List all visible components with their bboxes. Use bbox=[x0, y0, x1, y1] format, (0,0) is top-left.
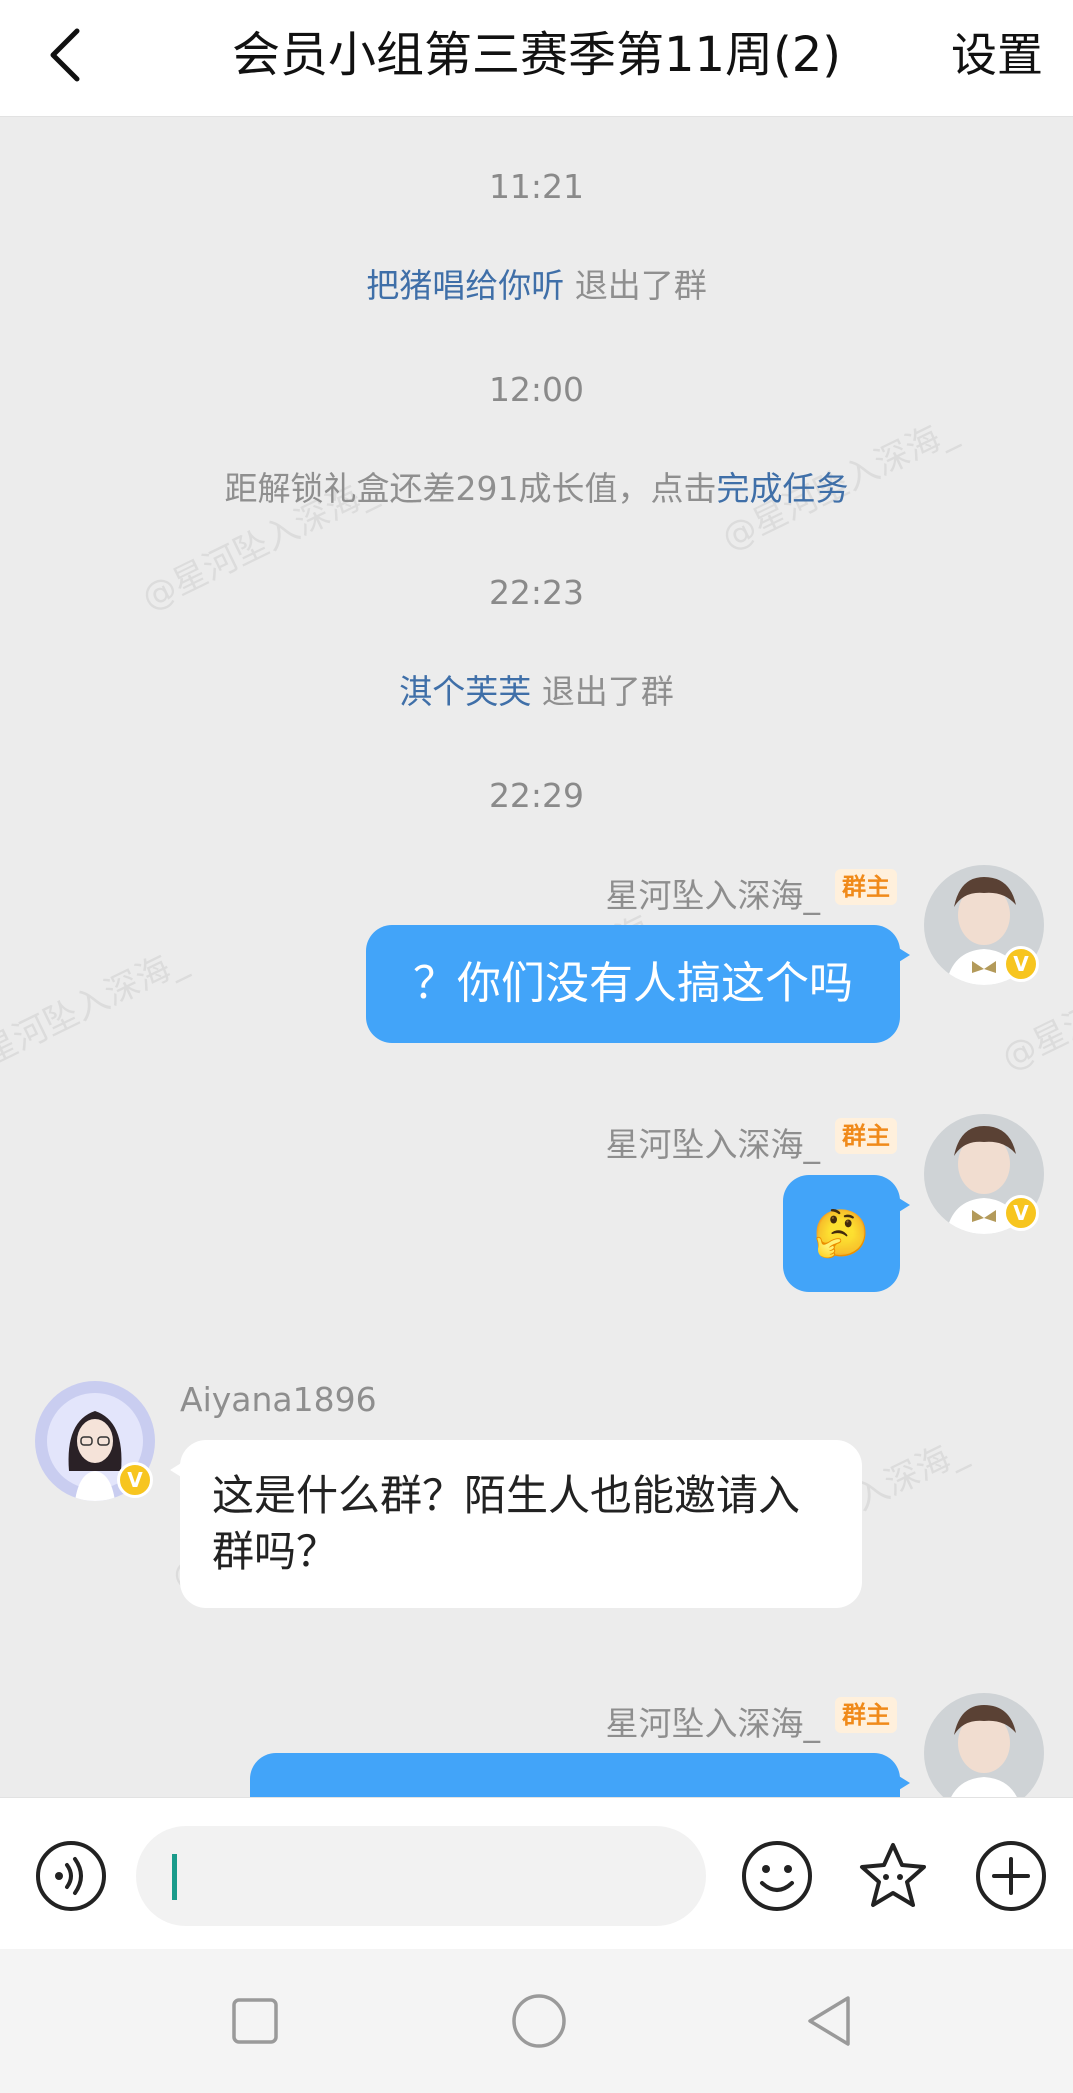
system-text: 距解锁礼盒还差291成长值，点击 bbox=[224, 469, 717, 508]
watermark: @星河坠入深海_ bbox=[0, 940, 193, 1089]
verified-badge-icon: V bbox=[117, 1462, 153, 1498]
user-link[interactable]: 把猪唱给你听 bbox=[366, 266, 564, 305]
input-bar bbox=[0, 1797, 1073, 1949]
complete-task-link[interactable]: 完成任务 bbox=[717, 469, 849, 508]
more-button[interactable] bbox=[974, 1839, 1048, 1913]
system-text: 退出了群 bbox=[541, 672, 674, 711]
plus-icon bbox=[976, 1841, 1046, 1911]
sender-name: 星河坠入深海_ bbox=[605, 1704, 821, 1743]
avatar-image bbox=[924, 1693, 1044, 1797]
nav-back-icon bbox=[808, 1996, 850, 2046]
timestamp: 22:29 bbox=[488, 776, 585, 815]
nav-recents-button[interactable] bbox=[223, 1989, 287, 2053]
top-bar: 会员小组第三赛季第11周(2) 设置 bbox=[0, 0, 1073, 117]
sender-name: 星河坠入深海_ bbox=[605, 876, 821, 915]
settings-button[interactable]: 设置 bbox=[951, 22, 1043, 88]
nav-back-button[interactable] bbox=[797, 1989, 861, 2053]
nav-recents-icon bbox=[232, 1998, 278, 2044]
message-bubble[interactable]: ？你们没有人搞这个吗 bbox=[366, 925, 910, 1043]
emoji-button[interactable] bbox=[740, 1839, 814, 1913]
timestamp: 22:23 bbox=[488, 573, 585, 612]
sender-name: Aiyana1896 bbox=[180, 1380, 377, 1419]
system-nav-bar bbox=[0, 1949, 1073, 2093]
nav-home-button[interactable] bbox=[507, 1989, 571, 2053]
chat-area[interactable]: @星河坠入深海_ @星河坠入深海_ @星河坠入深海_ @星河坠入深海_ @星河坠… bbox=[0, 117, 1073, 1797]
favorite-sticker-button[interactable] bbox=[856, 1839, 930, 1913]
timestamp: 12:00 bbox=[488, 370, 585, 409]
page-title: 会员小组第三赛季第11周(2) bbox=[231, 27, 842, 83]
system-message: 距解锁礼盒还差291成长值，点击完成任务 bbox=[0, 462, 1073, 510]
message-bubble[interactable]: 这是什么群？陌生人也能邀请入群吗？ bbox=[170, 1440, 862, 1608]
verified-badge-icon: V bbox=[1003, 1195, 1039, 1231]
voice-icon bbox=[36, 1841, 106, 1911]
user-link[interactable]: 淇个芙芙 bbox=[399, 672, 531, 711]
avatar[interactable] bbox=[924, 1693, 1044, 1797]
owner-badge: 群主 bbox=[835, 869, 897, 905]
emoji-icon bbox=[742, 1841, 812, 1911]
message-input[interactable] bbox=[136, 1826, 706, 1926]
voice-button[interactable] bbox=[34, 1839, 108, 1913]
system-message: 淇个芙芙 退出了群 bbox=[0, 665, 1073, 713]
text-cursor bbox=[172, 1854, 177, 1900]
back-arrow-icon bbox=[50, 28, 80, 82]
sender-name: 星河坠入深海_ bbox=[605, 1125, 821, 1164]
nav-home-icon bbox=[512, 1994, 566, 2048]
system-text: 退出了群 bbox=[574, 266, 707, 305]
message-bubble[interactable] bbox=[250, 1753, 910, 1797]
owner-badge: 群主 bbox=[835, 1118, 897, 1154]
timestamp: 11:21 bbox=[488, 167, 585, 206]
favorite-sticker-icon bbox=[860, 1843, 926, 1907]
owner-badge: 群主 bbox=[835, 1697, 897, 1733]
verified-badge-icon: V bbox=[1003, 946, 1039, 982]
message-bubble[interactable]: 🤔 bbox=[783, 1175, 910, 1292]
system-message: 把猪唱给你听 退出了群 bbox=[0, 259, 1073, 307]
back-button[interactable] bbox=[30, 20, 100, 90]
